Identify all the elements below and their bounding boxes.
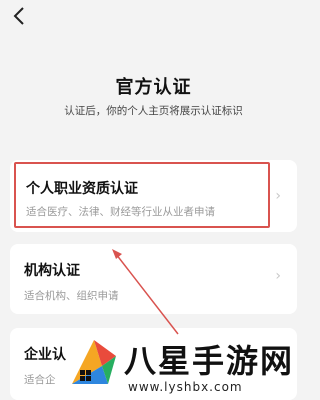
watermark-name: 八星手游网: [124, 342, 295, 380]
watermark-logo-icon: [72, 340, 116, 384]
watermark: 八星手游网 www.lyshbx.com: [68, 332, 303, 400]
watermark-url: www.lyshbx.com: [126, 380, 245, 394]
